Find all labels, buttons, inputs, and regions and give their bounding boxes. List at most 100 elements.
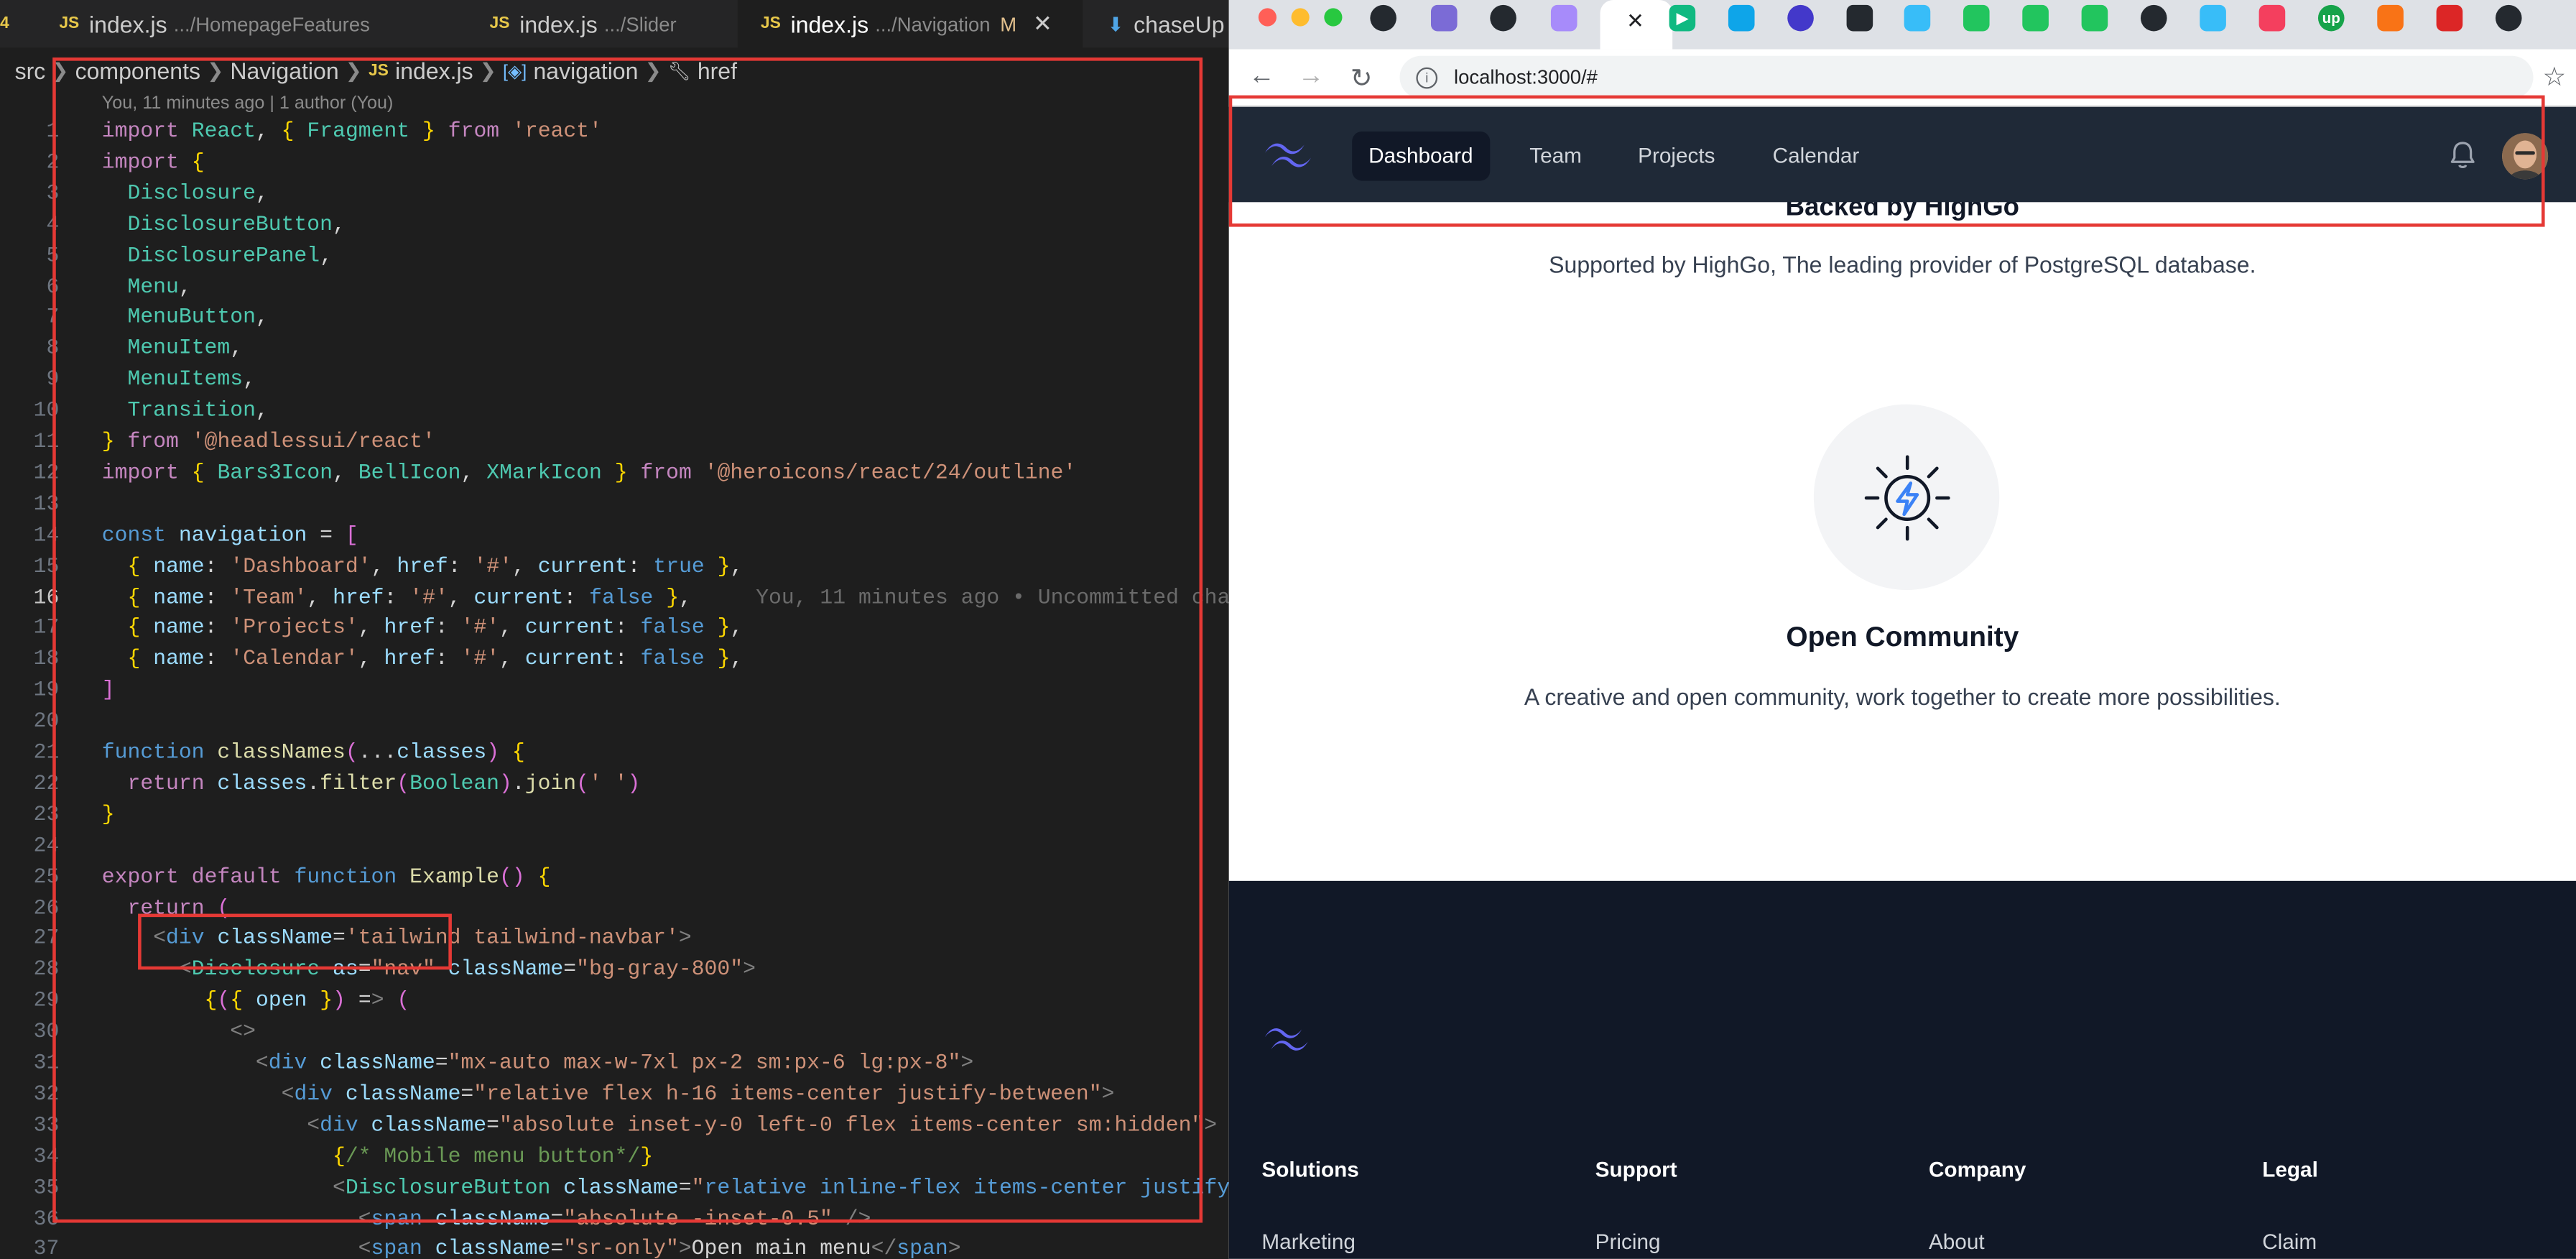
code-editor: 4 JS index.js .../HomepageFeatures JS in… — [0, 0, 1229, 1259]
footer-link-pricing[interactable]: Pricing — [1595, 1230, 1661, 1254]
line-number[interactable]: 27 — [0, 923, 60, 954]
tab-homepage-features[interactable]: JS index.js .../HomepageFeatures — [59, 0, 460, 47]
line-number[interactable]: 21 — [0, 737, 60, 767]
doc-tab-icon[interactable] — [2081, 4, 2108, 32]
line-number[interactable]: 14 — [0, 519, 60, 550]
line-number[interactable]: 9 — [0, 364, 59, 395]
line-number[interactable]: 15 — [0, 550, 60, 581]
footer-heading-support: Support — [1595, 1157, 1677, 1182]
tailwind-tab-icon[interactable] — [1904, 4, 1931, 32]
line-number[interactable]: 17 — [0, 612, 60, 643]
stack-tab-icon[interactable] — [2377, 4, 2404, 32]
line-number[interactable]: 25 — [0, 860, 60, 891]
line-number[interactable]: 31 — [0, 1047, 60, 1078]
github-tab-icon[interactable] — [2495, 4, 2522, 32]
active-browser-tab[interactable]: ✕ — [1600, 0, 1673, 50]
tab-chaseup[interactable]: ⬇ chaseUp — [1084, 0, 1228, 47]
footer-link-marketing[interactable]: Marketing — [1261, 1230, 1356, 1254]
line-number[interactable]: 34 — [0, 1140, 60, 1171]
breadcrumb-src[interactable]: src — [15, 57, 46, 84]
zoom-window-button[interactable] — [1324, 8, 1343, 27]
close-window-button[interactable] — [1258, 8, 1277, 27]
doc-tab-icon[interactable] — [1963, 4, 1990, 32]
line-number[interactable]: 16 — [0, 581, 60, 612]
line-number[interactable]: 11 — [0, 425, 60, 456]
footer-heading-legal: Legal — [2262, 1157, 2318, 1182]
feature-icon-circle — [1813, 404, 2000, 591]
line-number[interactable]: 7 — [0, 301, 59, 332]
hero-subtitle: Supported by HighGo, The leading provide… — [1549, 251, 2256, 278]
editor-tab-bar: 4 JS index.js .../HomepageFeatures JS in… — [0, 0, 1229, 48]
line-number[interactable]: 36 — [0, 1202, 60, 1233]
line-number[interactable]: 32 — [0, 1078, 60, 1109]
line-number[interactable]: 4 — [0, 208, 59, 239]
annotation-box-navbar — [1228, 95, 2545, 227]
line-number[interactable]: 35 — [0, 1171, 60, 1202]
github-tab-icon[interactable] — [2140, 4, 2167, 32]
line-number[interactable]: 18 — [0, 643, 60, 674]
download-file-icon: ⬇ — [1107, 12, 1124, 36]
annotation-box-editor — [52, 57, 1203, 1223]
github-tab-icon[interactable] — [1490, 4, 1516, 32]
npm-tab-icon[interactable] — [2436, 4, 2463, 32]
web-page: Backed by HighGo Supported by HighGo, Th… — [1228, 95, 2576, 1259]
line-number[interactable]: 6 — [0, 270, 59, 301]
minimize-window-button[interactable] — [1291, 8, 1310, 27]
hex-tab-icon[interactable] — [1846, 4, 1873, 32]
line-number[interactable]: 23 — [0, 798, 60, 829]
line-number[interactable]: 1 — [0, 115, 59, 146]
line-number[interactable]: 3 — [0, 177, 59, 208]
line-number[interactable]: 8 — [0, 333, 59, 364]
circle-tab-icon[interactable] — [1787, 4, 1814, 32]
site-info-icon[interactable]: i — [1416, 66, 1438, 88]
back-arrow-icon[interactable]: ← — [1248, 63, 1275, 92]
close-tab-icon[interactable]: ✕ — [1626, 8, 1644, 34]
tailwind-logo-icon[interactable] — [1261, 1023, 1311, 1056]
forward-arrow-icon[interactable]: → — [1298, 63, 1325, 92]
line-number[interactable]: 24 — [0, 829, 60, 860]
tab-navigation[interactable]: JS index.js .../Navigation M ✕ — [737, 0, 1083, 48]
upwork-tab-icon[interactable]: up — [2317, 4, 2345, 32]
footer-link-about[interactable]: About — [1929, 1230, 1985, 1254]
line-number[interactable]: 26 — [0, 892, 60, 923]
site-footer: Solutions Support Company Legal Marketin… — [1228, 880, 2576, 1259]
bookmark-star-icon[interactable]: ☆ — [2542, 61, 2566, 94]
app-tab-icon[interactable] — [1430, 4, 1458, 32]
tailwind-tab-icon[interactable] — [2200, 4, 2226, 32]
chart-tab-icon[interactable] — [1728, 4, 1755, 32]
browser-window: ✕ ▶ up ← → ↻ i localhost:3000/# ☆ Backed… — [1228, 0, 2576, 1259]
diamond-tab-icon[interactable] — [2258, 4, 2286, 32]
line-number[interactable]: 12 — [0, 457, 60, 488]
play-tab-icon[interactable]: ▶ — [1669, 4, 1696, 32]
close-tab-icon[interactable]: ✕ — [1033, 10, 1052, 38]
address-bar[interactable]: i localhost:3000/# — [1399, 55, 2534, 99]
rocket-tab-icon[interactable] — [1550, 4, 1577, 32]
line-number[interactable]: 19 — [0, 674, 60, 705]
line-number[interactable]: 28 — [0, 954, 60, 984]
js-file-icon: JS — [760, 14, 781, 33]
js-file-icon: JS — [59, 14, 80, 33]
line-number[interactable]: 10 — [0, 395, 60, 425]
line-number[interactable]: 33 — [0, 1109, 60, 1140]
feature-description: A creative and open community, work toge… — [1524, 683, 2281, 710]
tab-slider[interactable]: JS index.js .../Slider — [463, 0, 736, 47]
line-number[interactable]: 22 — [0, 767, 60, 798]
feature-title: Open Community — [1786, 621, 2019, 652]
footer-link-claim[interactable]: Claim — [2262, 1230, 2317, 1254]
line-number[interactable]: 29 — [0, 984, 60, 1015]
bolt-sun-icon — [1864, 455, 1950, 541]
github-tab-icon[interactable] — [1370, 4, 1396, 32]
js-file-icon: JS — [489, 14, 510, 33]
line-number[interactable]: 30 — [0, 1016, 60, 1047]
doc-tab-icon[interactable] — [2022, 4, 2049, 32]
line-number[interactable]: 13 — [0, 488, 60, 519]
line-number[interactable]: 2 — [0, 146, 59, 177]
site-navbar: Dashboard Team Projects Calendar — [1228, 95, 2576, 227]
code-text[interactable]: <span className="sr-only">Open main menu… — [102, 1233, 961, 1259]
line-number[interactable]: 37 — [0, 1233, 60, 1259]
line-number[interactable]: 5 — [0, 239, 59, 270]
code-line[interactable]: 37 <span className="sr-only">Open main m… — [0, 1233, 1229, 1259]
tab-cutoff: 4 — [0, 14, 9, 33]
line-number[interactable]: 20 — [0, 705, 60, 736]
reload-icon[interactable]: ↻ — [1350, 63, 1373, 96]
